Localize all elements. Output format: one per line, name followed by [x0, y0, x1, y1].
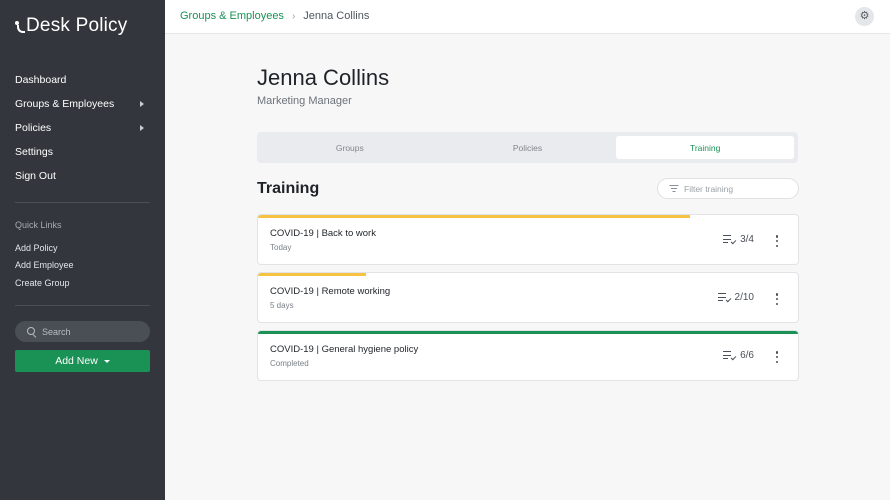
filter-icon: [669, 185, 678, 192]
progress-bar: [258, 215, 690, 218]
training-title: COVID-19 | Remote working: [270, 286, 391, 297]
tab-training[interactable]: Training: [616, 136, 795, 159]
training-list: COVID-19 | Back to work Today 3/4 COVID-…: [257, 214, 799, 388]
training-card[interactable]: COVID-19 | General hygiene policy Comple…: [257, 330, 799, 381]
search-icon: [27, 327, 36, 336]
caret-down-icon: [103, 359, 110, 363]
chevron-right-icon: [140, 101, 144, 107]
nav-item-label: Sign Out: [15, 170, 56, 182]
quick-link-create-group[interactable]: Create Group: [15, 274, 74, 292]
completion-count: 3/4: [723, 234, 754, 245]
top-bar: Groups & Employees › Jenna Collins ⚙: [165, 0, 890, 34]
breadcrumb-separator-icon: ›: [291, 10, 296, 22]
progress-bar: [258, 273, 366, 276]
quick-link-add-employee[interactable]: Add Employee: [15, 257, 74, 275]
training-card[interactable]: COVID-19 | Remote working 5 days 2/10: [257, 272, 799, 323]
main-nav: Dashboard Groups & Employees Policies Se…: [0, 68, 165, 188]
completion-count-value: 6/6: [740, 350, 754, 361]
brand-logo[interactable]: Desk Policy: [15, 15, 127, 37]
sidebar-divider: [15, 305, 150, 306]
nav-item-settings[interactable]: Settings: [0, 140, 165, 164]
training-status: Completed: [270, 359, 309, 368]
training-title: COVID-19 | General hygiene policy: [270, 344, 419, 355]
nav-item-dashboard[interactable]: Dashboard: [0, 68, 165, 92]
tab-groups[interactable]: Groups: [261, 136, 439, 159]
training-status: Today: [270, 243, 292, 252]
completion-count-value: 3/4: [740, 234, 754, 245]
breadcrumb-current: Jenna Collins: [303, 10, 370, 22]
gear-icon: ⚙: [859, 10, 870, 22]
employee-role: Marketing Manager: [257, 95, 352, 107]
chevron-right-icon: [140, 125, 144, 131]
nav-item-groups-employees[interactable]: Groups & Employees: [0, 92, 165, 116]
quick-link-add-policy[interactable]: Add Policy: [15, 239, 74, 257]
list-check-icon: [723, 351, 737, 361]
add-new-button[interactable]: Add New: [15, 350, 150, 372]
nav-item-label: Groups & Employees: [15, 98, 115, 110]
breadcrumb-groups-employees[interactable]: Groups & Employees: [180, 10, 284, 22]
nav-item-sign-out[interactable]: Sign Out: [0, 164, 165, 188]
nav-item-policies[interactable]: Policies: [0, 116, 165, 140]
sidebar-search: [15, 321, 150, 342]
breadcrumb: Groups & Employees › Jenna Collins: [180, 10, 369, 22]
profile-tabs: Groups Policies Training: [257, 132, 798, 163]
nav-item-label: Dashboard: [15, 74, 67, 86]
logo-icon: [15, 20, 25, 33]
filter-training: [657, 178, 799, 199]
more-options-icon[interactable]: [774, 235, 780, 247]
more-options-icon[interactable]: [774, 293, 780, 305]
settings-button[interactable]: ⚙: [855, 7, 874, 26]
page-title: Jenna Collins: [257, 65, 390, 90]
completion-count-value: 2/10: [734, 292, 754, 303]
sidebar-divider: [15, 202, 150, 203]
training-status: 5 days: [270, 301, 294, 310]
progress-bar: [258, 331, 798, 334]
completion-count: 2/10: [717, 292, 754, 303]
more-options-icon[interactable]: [774, 351, 780, 363]
training-card[interactable]: COVID-19 | Back to work Today 3/4: [257, 214, 799, 265]
list-check-icon: [717, 293, 731, 303]
nav-item-label: Policies: [15, 122, 52, 134]
sidebar: Desk Policy Dashboard Groups & Employees…: [0, 0, 165, 500]
brand-name: Desk Policy: [26, 15, 128, 36]
nav-item-label: Settings: [15, 146, 53, 158]
filter-input[interactable]: [684, 183, 784, 194]
quick-links-list: Add Policy Add Employee Create Group: [15, 239, 74, 292]
section-title: Training: [257, 180, 320, 197]
tab-policies[interactable]: Policies: [439, 136, 617, 159]
training-title: COVID-19 | Back to work: [270, 228, 376, 239]
add-new-label: Add New: [55, 355, 98, 367]
search-input[interactable]: [42, 326, 142, 337]
completion-count: 6/6: [723, 350, 754, 361]
quick-links-title: Quick Links: [15, 220, 62, 230]
list-check-icon: [723, 235, 737, 245]
